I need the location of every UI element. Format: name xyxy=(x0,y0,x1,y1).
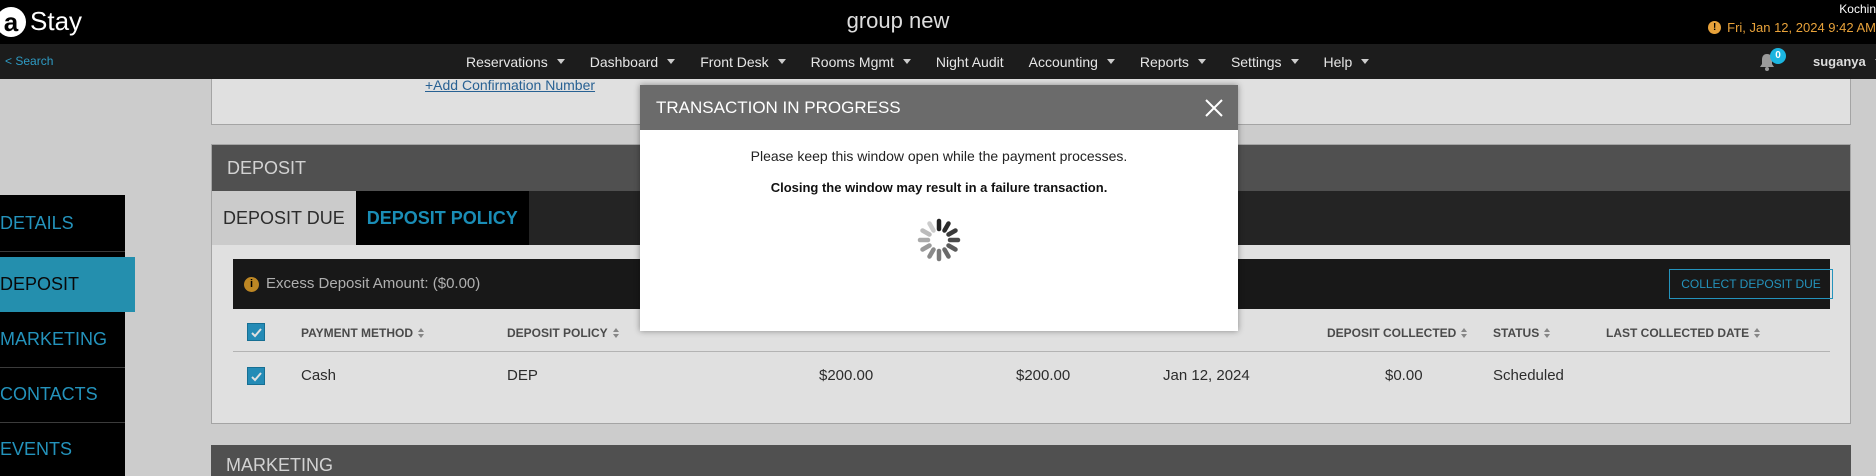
business-date-text: Fri, Jan 12, 2024 9:42 AM xyxy=(1727,20,1876,35)
main-navbar: < Search Reservations Dashboard Front De… xyxy=(0,44,1876,79)
nav-item-label: Help xyxy=(1323,53,1353,70)
caret-down-icon xyxy=(556,59,565,64)
property-info: Kochin ! Fri, Jan 12, 2024 9:42 AM xyxy=(1708,2,1876,35)
nav-item-label: Night Audit xyxy=(935,53,1004,70)
caret-down-icon xyxy=(902,59,911,64)
search-link[interactable]: < Search xyxy=(5,54,53,68)
dialog-message: Please keep this window open while the p… xyxy=(750,148,1128,164)
user-name: suganya xyxy=(1813,54,1866,69)
nav-item-reports[interactable]: Reports xyxy=(1140,54,1206,70)
nav-item-accounting[interactable]: Accounting xyxy=(1029,54,1115,70)
warning-icon: ! xyxy=(1708,21,1722,34)
dialog-header: TRANSACTION IN PROGRESS xyxy=(640,85,1238,130)
notification-badge[interactable]: 0 xyxy=(1770,48,1786,64)
close-icon[interactable] xyxy=(1204,98,1224,118)
caret-down-icon xyxy=(1197,59,1206,64)
caret-down-icon xyxy=(1361,59,1370,64)
caret-down-icon xyxy=(1290,59,1299,64)
loading-spinner-icon xyxy=(917,218,961,262)
nav-menu: Reservations Dashboard Front Desk Rooms … xyxy=(466,44,1394,79)
dialog-warning: Closing the window may result in a failu… xyxy=(770,180,1108,195)
top-header: a Stay group new Kochin ! Fri, Jan 12, 2… xyxy=(0,0,1876,44)
nav-item-help[interactable]: Help xyxy=(1324,54,1370,70)
nav-item-label: Settings xyxy=(1230,53,1282,70)
nav-item-label: Front Desk xyxy=(700,53,769,70)
property-city: Kochin xyxy=(1839,2,1876,16)
nav-item-dashboard[interactable]: Dashboard xyxy=(590,54,676,70)
nav-item-rooms-mgmt[interactable]: Rooms Mgmt xyxy=(811,54,911,70)
caret-down-icon xyxy=(777,59,786,64)
caret-down-icon xyxy=(1106,59,1115,64)
nav-item-label: Rooms Mgmt xyxy=(810,53,894,70)
page-title: group new xyxy=(846,8,950,33)
nav-item-front-desk[interactable]: Front Desk xyxy=(700,53,786,70)
nav-item-label: Dashboard xyxy=(589,53,659,70)
user-menu[interactable]: suganya xyxy=(1813,54,1876,69)
caret-down-icon xyxy=(667,59,676,64)
nav-item-settings[interactable]: Settings xyxy=(1231,54,1299,70)
business-date: ! Fri, Jan 12, 2024 9:42 AM xyxy=(1708,20,1876,35)
nav-item-label: Reservations xyxy=(466,53,548,70)
nav-item-label: Reports xyxy=(1139,53,1189,70)
nav-item-label: Accounting xyxy=(1028,53,1098,70)
nav-item-reservations[interactable]: Reservations xyxy=(466,54,565,70)
nav-item-night-audit[interactable]: Night Audit xyxy=(936,54,1004,70)
transaction-progress-dialog: TRANSACTION IN PROGRESS Please keep this… xyxy=(640,85,1238,331)
dialog-title: TRANSACTION IN PROGRESS xyxy=(656,98,901,117)
